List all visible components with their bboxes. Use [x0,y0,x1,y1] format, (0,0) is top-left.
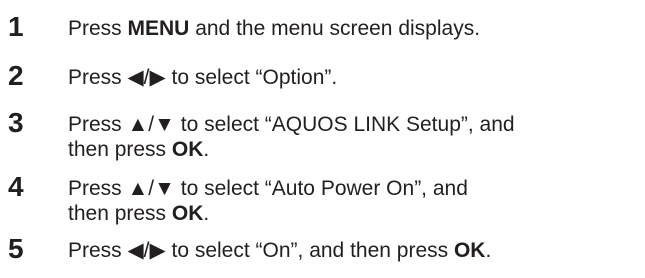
step-text-part: then press [68,138,172,161]
step-text: Press ▲/▼ to select “AQUOS LINK Setup”, … [68,112,633,162]
step-number: 4 [8,171,24,202]
instruction-page: { "steps": [ { "number": "1", "text_1": … [0,0,645,278]
step-text-part: . [485,239,492,262]
step-text: Press ◀/▶ to select “On”, and then press… [68,238,633,263]
step-text-line: Press ▲/▼ to select “Auto Power On”, and [68,177,468,200]
ok-key-label: OK [171,202,204,225]
step-text-part: Press [68,17,128,40]
step-text: Press ▲/▼ to select “Auto Power On”, and… [68,176,633,226]
step-text-part: and the menu screen displays. [189,17,481,40]
step-number: 2 [8,60,24,91]
step-number: 1 [8,11,24,42]
step-number: 5 [8,233,24,264]
step-text-part: . [203,138,210,161]
ok-key-label: OK [453,239,486,262]
step-text-line: then press OK. [68,137,633,162]
step-text-line: Press ▲/▼ to select “AQUOS LINK Setup”, … [68,113,515,136]
step-text-part: . [203,202,210,225]
step-text: Press ◀/▶ to select “Option”. [68,66,338,89]
step-text-part: then press [68,202,172,225]
ok-key-label: OK [171,138,204,161]
step-text-line: then press OK. [68,201,633,226]
step-text: Press MENU and the menu screen displays. [68,16,633,41]
menu-key-label: MENU [127,17,190,40]
step-number: 3 [8,107,24,138]
step-text-part: Press ◀/▶ to select “On”, and then press [68,239,454,262]
